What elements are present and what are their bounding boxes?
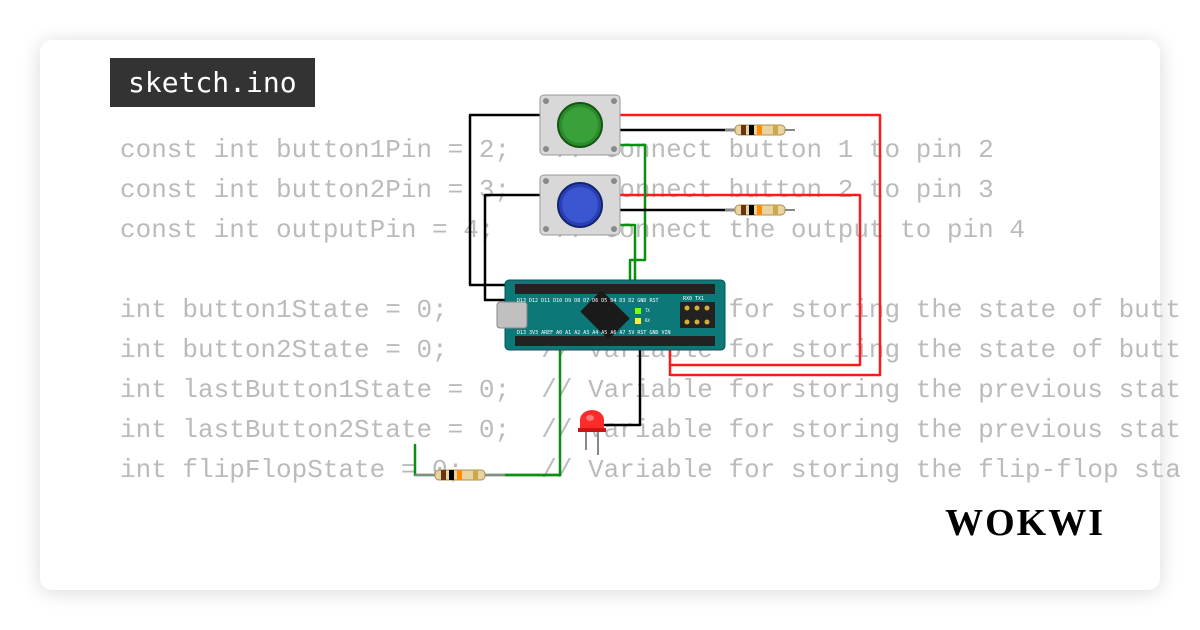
svg-text:D13 3V3 AREF A0 A1 A2 A3 A4 A5: D13 3V3 AREF A0 A1 A2 A3 A4 A5 A6 A7 5V … <box>517 330 671 336</box>
card-panel: sketch.ino const int button1Pin = 2; // … <box>40 40 1160 590</box>
svg-text:RX: RX <box>645 318 650 323</box>
circuit-diagram[interactable]: D13 D12 D11 D10 D9 D8 D7 D6 D5 D4 D3 D2 … <box>340 85 940 515</box>
red-led[interactable] <box>578 410 606 455</box>
blue-pushbutton[interactable] <box>540 175 620 235</box>
green-pushbutton[interactable] <box>540 95 620 155</box>
resistor-r1[interactable] <box>725 125 795 135</box>
wokwi-logo: WOKWI <box>945 501 1105 545</box>
resistor-r2[interactable] <box>725 205 795 215</box>
svg-text:D13 D12 D11 D10 D9 D8 D7 D6 D5: D13 D12 D11 D10 D9 D8 D7 D6 D5 D4 D3 D2 … <box>517 298 658 304</box>
file-tab[interactable]: sketch.ino <box>110 58 315 107</box>
svg-text:RX0 TX1: RX0 TX1 <box>683 296 704 302</box>
svg-text:TX: TX <box>645 308 650 313</box>
resistor-r3[interactable] <box>415 470 505 480</box>
arduino-nano[interactable]: D13 D12 D11 D10 D9 D8 D7 D6 D5 D4 D3 D2 … <box>497 280 725 350</box>
